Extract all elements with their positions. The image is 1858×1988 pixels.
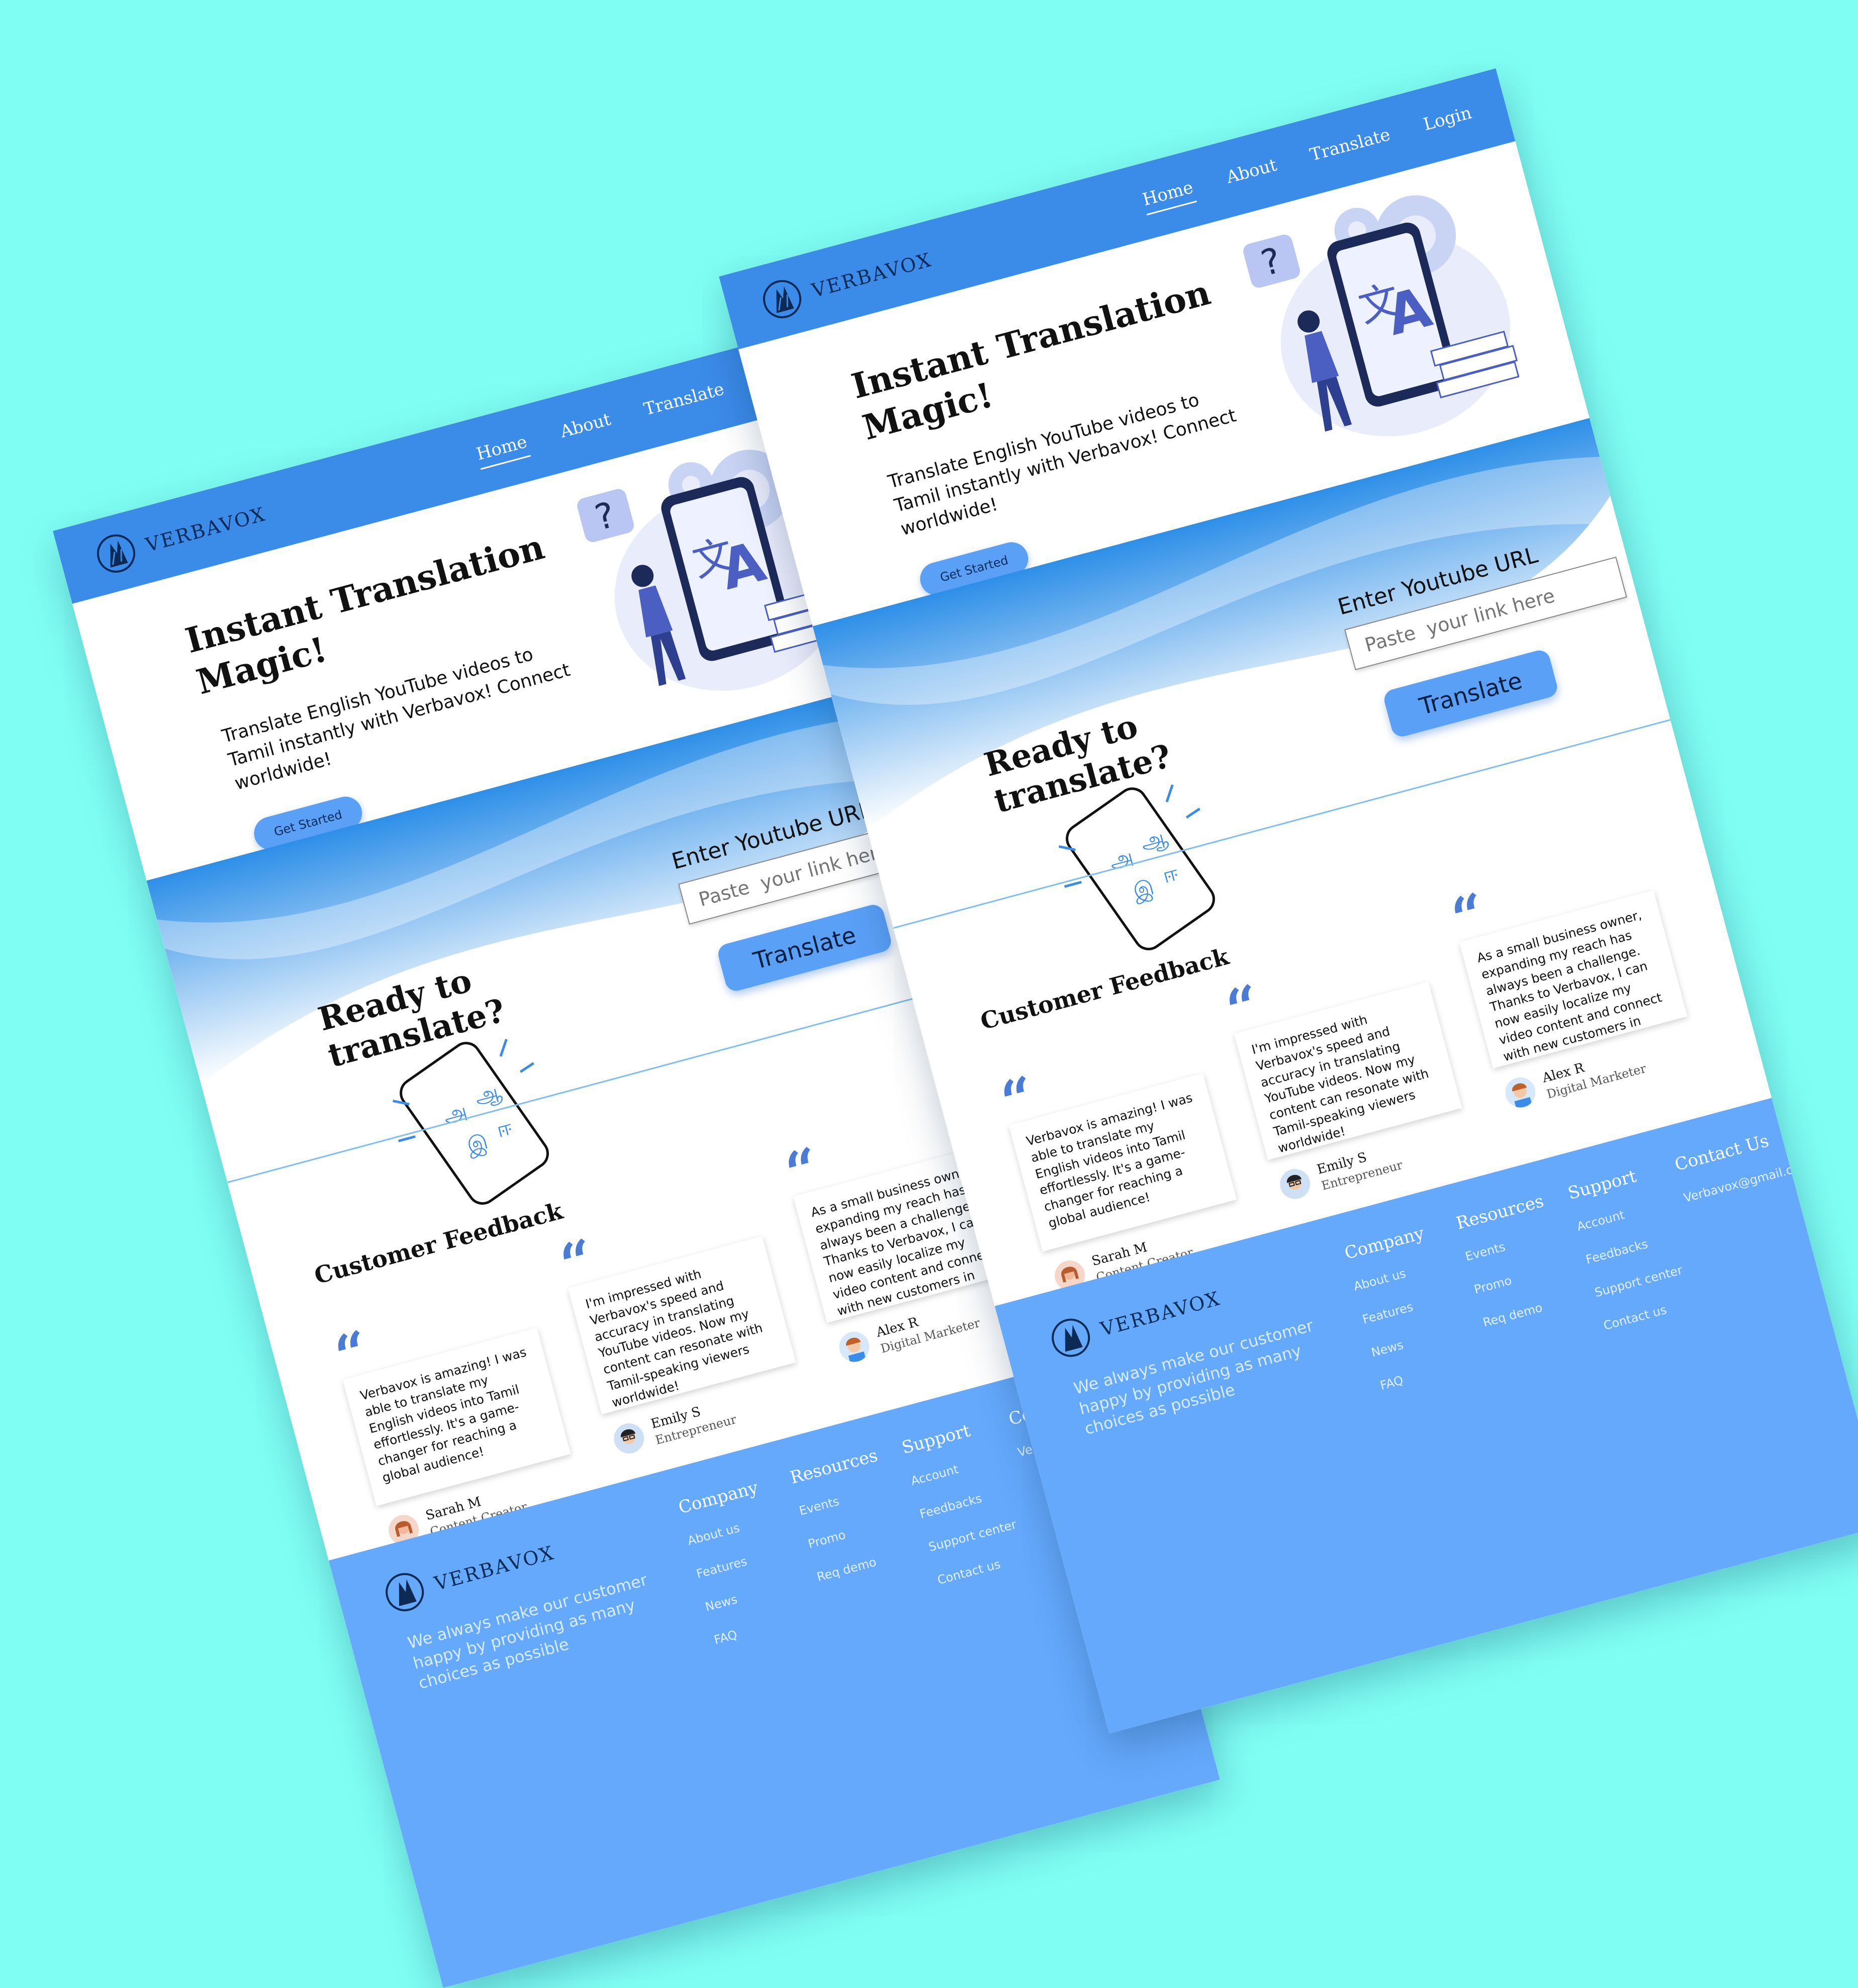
logo-icon [386, 1573, 424, 1611]
footer-link-news[interactable]: News [704, 1572, 814, 1614]
footer-link-faq[interactable]: FAQ [712, 1605, 823, 1647]
nav-login[interactable]: Login [1421, 103, 1475, 140]
footer-link-promo[interactable]: Promo [806, 1509, 917, 1551]
male-avatar-icon [614, 1423, 644, 1454]
footer-link-req-demo[interactable]: Req demo [1481, 1288, 1592, 1329]
footer-col-title: Company [676, 1477, 761, 1518]
brand-name: VERBAVOX [143, 503, 268, 557]
footer-link-contact[interactable]: Contact us [1602, 1291, 1713, 1333]
footer-link-support-center[interactable]: Support center [927, 1512, 1038, 1555]
footer-link-promo[interactable]: Promo [1472, 1254, 1583, 1297]
nav-translate[interactable]: Translate [1308, 125, 1394, 171]
brand-name: VERBAVOX [809, 248, 935, 302]
footer-link-faq[interactable]: FAQ [1378, 1350, 1489, 1393]
nav-about[interactable]: About [1224, 155, 1280, 193]
footer-link-feedbacks[interactable]: Feedbacks [1584, 1225, 1695, 1267]
feedback-card: Verbavox is amazing! I was able to trans… [1008, 1073, 1237, 1252]
footer-col-title: Support [899, 1420, 973, 1459]
footer-col-title: Company [1342, 1223, 1427, 1264]
nav-translate[interactable]: Translate [642, 379, 728, 425]
male-avatar-icon [1280, 1168, 1311, 1199]
logo-icon [97, 534, 135, 573]
footer-col-contact: Contact Us Verbavox@gmail.com [1673, 1126, 1813, 1225]
logo-icon [763, 280, 801, 318]
logo[interactable]: VERBAVOX [91, 494, 270, 578]
footer-col-title: Resources [788, 1445, 880, 1488]
footer-link-feedbacks[interactable]: Feedbacks [918, 1479, 1029, 1521]
feedback-card: As a small business owner, expanding my … [1459, 890, 1688, 1069]
translation-illustration: 文 A ? [1243, 195, 1520, 436]
footer-link-features[interactable]: Features [1361, 1285, 1471, 1327]
footer-link-news[interactable]: News [1370, 1317, 1480, 1360]
feedback-card: I'm impressed with Verbavox's speed and … [1234, 981, 1462, 1160]
nav-about[interactable]: About [558, 409, 614, 447]
footer-link-features[interactable]: Features [695, 1539, 805, 1581]
footer-link-req-demo[interactable]: Req demo [815, 1542, 926, 1584]
footer-col-title: Resources [1454, 1191, 1546, 1234]
male-avatar-icon [839, 1331, 870, 1364]
footer-link-contact[interactable]: Contact us [936, 1545, 1047, 1587]
footer-link-support-center[interactable]: Support center [1593, 1257, 1704, 1300]
logo-icon [1052, 1318, 1090, 1357]
feedback-card: I'm impressed with Verbavox's speed and … [568, 1236, 796, 1415]
nav-home[interactable]: Home [474, 431, 531, 470]
male-avatar-icon [1505, 1077, 1536, 1109]
footer-brand: VERBAVOX [1098, 1287, 1223, 1340]
nav-home[interactable]: Home [1140, 177, 1197, 216]
logo[interactable]: VERBAVOX [758, 240, 937, 324]
footer-col-title: Support [1565, 1166, 1639, 1204]
footer-brand: VERBAVOX [432, 1541, 557, 1595]
feedback-card: Verbavox is amazing! I was able to trans… [342, 1327, 571, 1506]
